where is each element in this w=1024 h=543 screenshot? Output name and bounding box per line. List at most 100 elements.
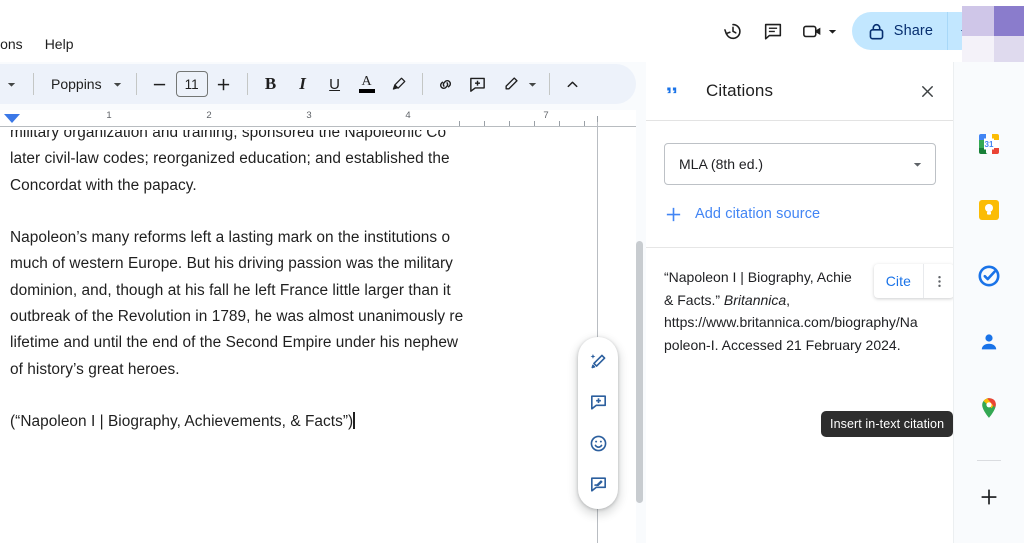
add-comment-icon[interactable] — [462, 68, 494, 100]
suggest-edit-icon[interactable] — [583, 470, 613, 500]
menu-item-extensions[interactable]: sions — [0, 33, 29, 55]
text-cursor — [353, 412, 355, 430]
editing-mode-dropdown[interactable] — [494, 68, 542, 100]
more-vertical-icon[interactable] — [923, 264, 954, 298]
toolbar-divider — [548, 73, 550, 95]
toolbar-divider — [135, 73, 137, 95]
cite-tooltip: Insert in-text citation — [821, 411, 954, 437]
italic-button[interactable]: I — [287, 68, 319, 100]
rail-separator — [977, 460, 1001, 461]
google-contacts-icon[interactable] — [967, 320, 1011, 364]
collapse-toolbar-button[interactable] — [557, 68, 589, 100]
text-color-swatch — [358, 89, 375, 93]
comment-history-icon[interactable] — [753, 11, 793, 51]
minus-icon — [153, 83, 166, 85]
citation-style-select[interactable]: MLA (8th ed.) — [664, 143, 936, 185]
pencil-icon — [505, 77, 518, 90]
citation-publisher: Britannica — [723, 291, 787, 308]
citation-accessed: poleon-I. Accessed 21 February 2024. — [664, 336, 901, 353]
document-scrollbar[interactable] — [636, 241, 643, 503]
citation-title-cont: & Facts.” — [664, 291, 724, 308]
left-indent-marker[interactable] — [4, 114, 20, 123]
increase-font-size-button[interactable] — [208, 68, 240, 100]
document-page[interactable]: military organization and training; spon… — [0, 130, 636, 543]
citation-source-card[interactable]: “Napoleon I | Biography, Achie & Facts.” … — [646, 248, 954, 437]
chevron-down-icon — [8, 82, 16, 87]
menu-item-help[interactable]: Help — [39, 33, 80, 55]
citations-panel-body: MLA (8th ed.) Add citation source “Napol… — [646, 143, 954, 437]
add-app-button[interactable] — [967, 475, 1011, 519]
text-color-button[interactable]: A — [351, 68, 383, 100]
svg-text:31: 31 — [985, 140, 994, 149]
document-line: Napoleon’s many reforms left a lasting m… — [10, 229, 451, 247]
share-main[interactable]: Share — [852, 12, 947, 50]
document-body[interactable]: military organization and training; spon… — [10, 130, 610, 436]
bold-button[interactable]: B — [255, 68, 287, 100]
menu-bar: sions Help — [0, 0, 1024, 64]
magic-pencil-icon[interactable] — [583, 347, 613, 377]
document-line: later civil-law codes; reorganized educa… — [10, 150, 450, 168]
ruler-number: 4 — [405, 110, 411, 121]
formatting-toolbar: t Poppins 11 B I U A — [0, 64, 636, 104]
floating-action-pill — [578, 337, 618, 509]
google-maps-icon[interactable] — [967, 386, 1011, 430]
add-comment-icon[interactable] — [583, 388, 613, 418]
plus-icon — [666, 207, 681, 221]
document-line: outbreak of the Revolution in 1789, he w… — [10, 308, 464, 326]
share-label: Share — [893, 23, 933, 39]
ruler-number: 2 — [206, 110, 212, 121]
ruler-baseline — [0, 126, 636, 127]
inserted-citation-text: (“Napoleon I | Biography, Achievements, … — [10, 413, 354, 431]
emoji-reaction-icon[interactable] — [583, 429, 613, 459]
citation-url: https://www.britannica.com/biography/Na — [664, 314, 918, 330]
underline-button[interactable]: U — [319, 68, 351, 100]
citation-actions: Cite — [873, 264, 954, 298]
page-title: Citations — [706, 81, 774, 100]
chevron-down-icon — [528, 82, 536, 87]
document-line: much of western Europe. But his driving … — [10, 255, 453, 273]
font-size-input[interactable]: 11 — [175, 71, 208, 97]
meet-button[interactable] — [793, 11, 844, 51]
decrease-font-size-button[interactable] — [144, 68, 176, 100]
toolbar-divider — [33, 73, 34, 95]
chevron-down-icon — [113, 82, 121, 87]
citations-panel-header: Citations — [646, 62, 954, 120]
link-icon[interactable] — [430, 68, 462, 100]
add-citation-source-label: Add citation source — [695, 206, 821, 222]
share-button[interactable]: Share — [851, 12, 980, 50]
google-keep-icon[interactable] — [967, 188, 1011, 232]
toolbar-divider — [421, 73, 423, 95]
menu-items: sions Help — [0, 33, 79, 55]
text-color-label: A — [361, 74, 372, 89]
citation-comma: , — [786, 291, 791, 308]
cite-button[interactable]: Cite — [874, 264, 923, 298]
citations-panel: Citations MLA (8th ed.) Add citation sou… — [646, 62, 954, 543]
google-tasks-icon[interactable] — [967, 254, 1011, 298]
document-line: of history’s great heroes. — [10, 360, 180, 378]
lock-icon — [869, 23, 884, 39]
highlighter-icon[interactable] — [383, 68, 415, 100]
toolbar-divider — [246, 73, 248, 95]
paragraph-style-dropdown[interactable]: t — [0, 68, 26, 100]
close-icon[interactable] — [912, 76, 942, 106]
avatar[interactable] — [962, 6, 1024, 64]
citation-title: “Napoleon I | Biography, Achie — [664, 269, 852, 285]
google-docs-window: sions Help — [0, 0, 1024, 543]
document-line: military organization and training; spon… — [10, 130, 447, 141]
side-app-rail: 31 — [954, 62, 1024, 543]
quote-icon — [667, 87, 677, 94]
document-line: dominion, and, though at his fall he lef… — [10, 281, 451, 299]
add-citation-source-button[interactable]: Add citation source — [664, 201, 936, 227]
ruler-number: 7 — [543, 110, 549, 121]
document-inserted-citation: (“Napoleon I | Biography, Achievements, … — [10, 409, 610, 435]
header-divider — [646, 120, 954, 121]
version-history-icon[interactable] — [713, 11, 753, 51]
font-family-dropdown[interactable]: Poppins — [41, 68, 129, 100]
document-ruler[interactable]: 1 2 3 4 7 — [0, 110, 636, 130]
font-family-label: Poppins — [51, 76, 102, 92]
citation-style-value: MLA (8th ed.) — [679, 156, 764, 172]
google-calendar-icon[interactable]: 31 — [967, 122, 1011, 166]
ruler-number: 1 — [106, 110, 112, 121]
